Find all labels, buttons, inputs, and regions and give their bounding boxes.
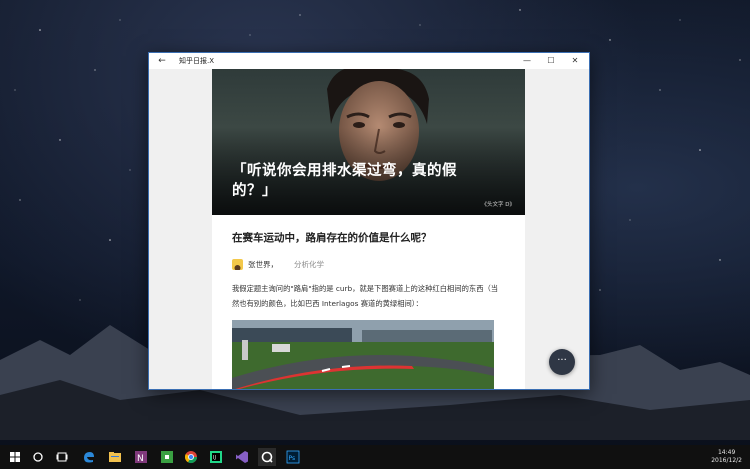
maximize-icon[interactable]: ☐: [539, 53, 563, 69]
app-green-icon[interactable]: [158, 448, 176, 466]
race-track-photo: [232, 320, 494, 389]
back-arrow-icon[interactable]: ←: [155, 54, 169, 68]
file-explorer-icon[interactable]: [106, 448, 124, 466]
answer-paragraph: 我假定题主询问的"路肩"指的是 curb，就是下图赛道上的这种红白相间的东西（当…: [232, 284, 499, 308]
close-icon[interactable]: ✕: [563, 53, 587, 69]
question-title: 在赛车运动中，路肩存在的价值是什么呢？: [232, 232, 432, 244]
clock-time: 14:49: [717, 449, 736, 456]
app-window: ← 知乎日报.X — ☐ ✕ 「听说你会用排水渠过弯，真的假的？」 《头文字 D…: [148, 52, 590, 390]
window-content: 「听说你会用排水渠过弯，真的假的？」 《头文字 D》 在赛车运动中，路肩存在的价…: [149, 69, 589, 389]
window-title: 知乎日报.X: [179, 57, 215, 65]
author-name[interactable]: 张世界，: [248, 259, 278, 270]
system-clock[interactable]: 14:49 2016/12/2: [711, 449, 742, 465]
author-bio: 分析化学: [294, 260, 324, 269]
title-bar[interactable]: ← 知乎日报.X — ☐ ✕: [149, 53, 589, 69]
article-page[interactable]: 「听说你会用排水渠过弯，真的假的？」 《头文字 D》 在赛车运动中，路肩存在的价…: [212, 69, 525, 389]
edge-icon[interactable]: [80, 448, 98, 466]
hero-image: 「听说你会用排水渠过弯，真的假的？」 《头文字 D》: [212, 69, 525, 215]
onenote-icon[interactable]: N: [132, 448, 150, 466]
svg-text:N: N: [137, 454, 144, 464]
photoshop-icon[interactable]: Ps: [284, 448, 302, 466]
taskbar: N IJ Ps 14:49 2016/12/2: [0, 445, 750, 469]
windows-start-icon[interactable]: [6, 448, 24, 466]
visual-studio-icon[interactable]: [233, 448, 251, 466]
minimize-icon[interactable]: —: [515, 53, 539, 69]
hero-title: 「听说你会用排水渠过弯，真的假的？」: [232, 163, 457, 199]
clock-date: 2016/12/2: [711, 457, 742, 464]
svg-text:IJ: IJ: [213, 455, 216, 461]
chrome-icon[interactable]: [182, 448, 200, 466]
search-icon[interactable]: [29, 448, 47, 466]
image-credit: 《头文字 D》: [481, 202, 515, 208]
zhihu-daily-icon[interactable]: [258, 448, 276, 466]
task-view-icon[interactable]: [53, 448, 71, 466]
svg-text:Ps: Ps: [289, 455, 296, 462]
more-actions-button[interactable]: ···: [549, 349, 575, 375]
intellij-icon[interactable]: IJ: [207, 448, 225, 466]
avatar[interactable]: [232, 259, 243, 270]
